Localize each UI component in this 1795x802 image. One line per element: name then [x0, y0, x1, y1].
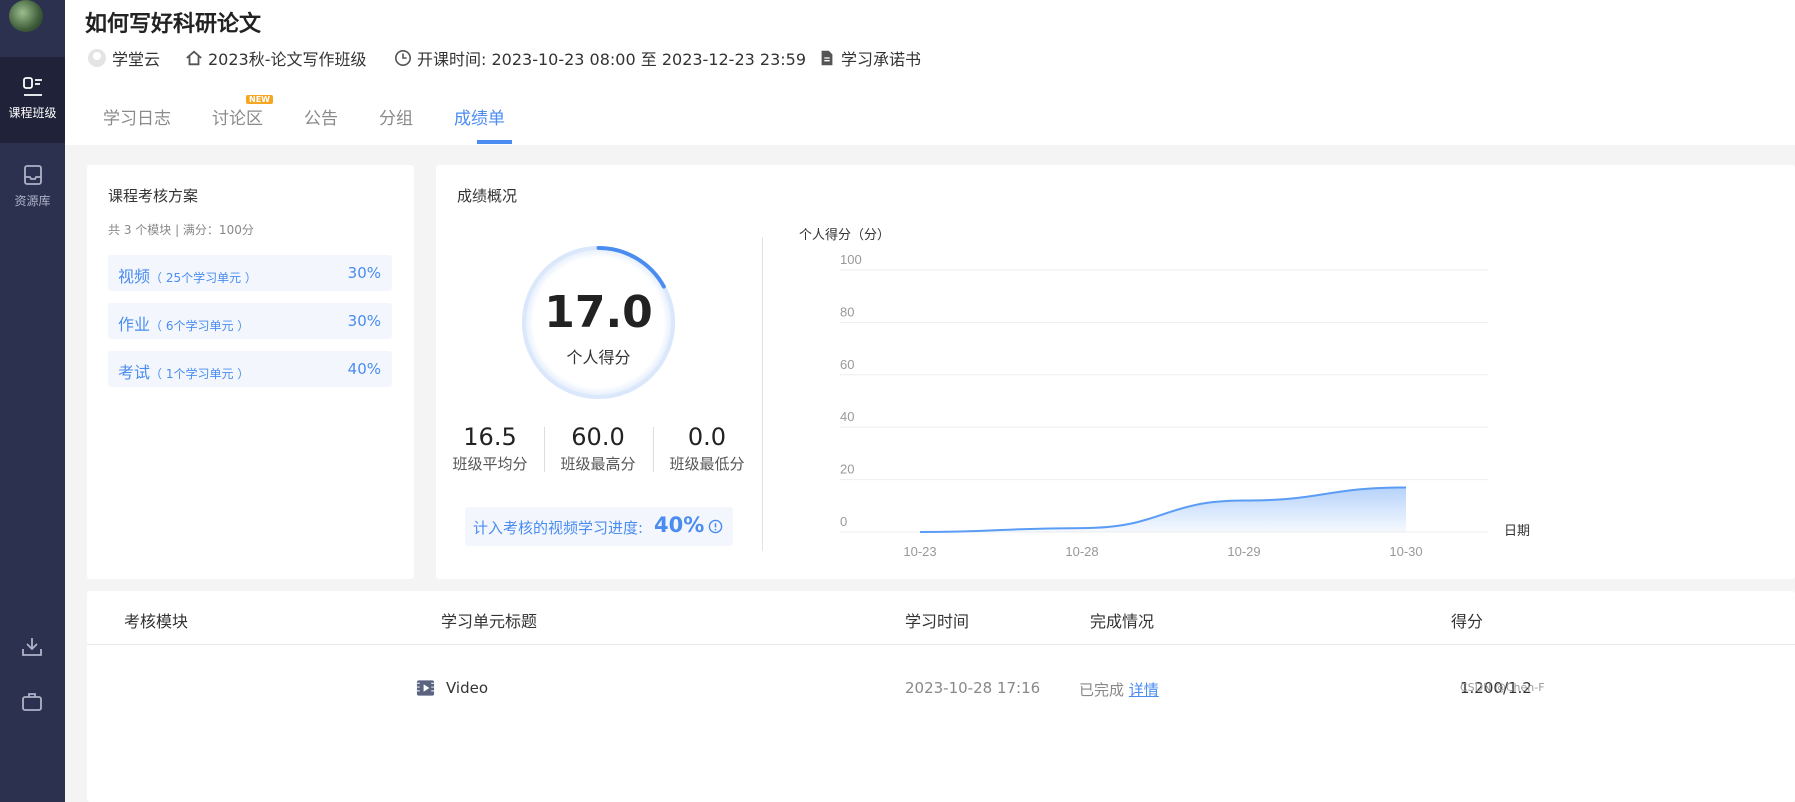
sidebar-item-label: 资源库: [14, 194, 51, 208]
tab-grades[interactable]: 成绩单: [454, 104, 505, 129]
personal-score-label: 个人得分: [566, 348, 631, 367]
sidebar-item-library[interactable]: 资源库: [0, 145, 65, 231]
module-weight: 30%: [347, 264, 381, 282]
class-average: 16.5 班级平均分: [440, 423, 540, 474]
platform-logo-icon: [88, 49, 106, 67]
detail-link[interactable]: 详情: [1129, 681, 1159, 699]
course-header: 如何写好科研论文 学堂云 2023秋-论文写作班级 开课时间: 2023-10-…: [65, 0, 1795, 145]
tab-learning-log[interactable]: 学习日志: [103, 104, 171, 129]
stat-value: 0.0: [687, 423, 727, 451]
overview-title: 成绩概况: [457, 187, 518, 205]
schedule-text: 开课时间: 2023-10-23 08:00 至 2023-12-23 23:5…: [417, 50, 807, 69]
stat-label: 班级最高分: [560, 455, 636, 473]
module-row[interactable]: 考试（ 1个学习单元 ） 40%: [108, 351, 392, 387]
module-name: 考试: [118, 363, 151, 382]
assessment-subtitle: 共 3 个模块 | 满分：100分: [108, 223, 254, 237]
grades-table: 考核模块 学习单元标题 学习时间 完成情况 得分 Video 2023-10-2…: [87, 591, 1795, 802]
module-units: （ 1个学习单元 ）: [150, 367, 250, 381]
module-row[interactable]: 作业（ 6个学习单元 ） 30%: [108, 303, 392, 339]
score-trend-chart: 0 20 40 60 80 100 个人得分（分） 日期 10-23 10-28 10-29 10-3…: [799, 227, 1530, 559]
download-icon[interactable]: [20, 635, 44, 659]
column-header: 考核模块: [124, 612, 189, 631]
x-tick-label: 10-28: [1065, 544, 1098, 559]
column-header: 学习单元标题: [441, 612, 538, 631]
class-name: 2023秋-论文写作班级: [208, 50, 367, 69]
chart-area: [920, 487, 1406, 532]
avatar[interactable]: [9, 0, 43, 32]
page-title: 如何写好科研论文: [85, 12, 262, 37]
y-axis-title: 个人得分（分）: [799, 227, 890, 243]
sidebar-item-label: 课程班级: [8, 106, 57, 120]
learning-time: 2023-10-28 17:16: [905, 679, 1041, 697]
platform-info: 学堂云: [87, 46, 160, 70]
tab-bar: 学习日志 讨论区 NEW 公告 分组 成绩单: [103, 95, 546, 129]
clock-icon: [394, 49, 412, 67]
x-axis-title: 日期: [1504, 524, 1530, 539]
pledge-link[interactable]: 学习承诺书: [818, 46, 921, 70]
assessment-title: 课程考核方案: [108, 187, 199, 205]
column-header: 完成情况: [1090, 612, 1155, 631]
y-tick-label: 40: [840, 409, 854, 424]
module-name: 视频: [118, 267, 151, 286]
header-divider: [87, 644, 1795, 645]
stat-label: 班级最低分: [669, 455, 745, 473]
overview-card: 成绩概况 17.0 个人得分 16.5 班级平均分 60.0 班级最高分 0.0…: [436, 165, 1795, 579]
module-units: （ 6个学习单元 ）: [150, 319, 250, 333]
progress-label: 计入考核的视频学习进度:: [473, 519, 644, 537]
stat-divider: [544, 427, 545, 472]
video-icon: [416, 680, 435, 696]
column-header: 学习时间: [905, 612, 970, 631]
stat-value: 60.0: [571, 423, 625, 451]
stat-divider: [653, 427, 654, 472]
info-icon[interactable]: [708, 519, 723, 534]
tab-discussion[interactable]: 讨论区 NEW: [212, 95, 273, 129]
library-icon: [23, 165, 42, 185]
tab-announcements[interactable]: 公告: [304, 104, 338, 129]
y-tick-label: 60: [840, 357, 854, 372]
new-badge: NEW: [246, 95, 273, 104]
tab-groups[interactable]: 分组: [379, 104, 413, 129]
watermark: CSDN @Chen-F: [1460, 681, 1545, 694]
module-row[interactable]: 视频（ 25个学习单元 ） 30%: [108, 255, 392, 291]
progress-value: 40%: [654, 513, 705, 537]
section-divider: [762, 237, 763, 551]
module-weight: 40%: [347, 360, 381, 378]
home-icon: [186, 50, 202, 66]
sidebar: 课程班级 资源库: [0, 0, 65, 802]
platform-name: 学堂云: [112, 50, 161, 69]
document-icon: [821, 50, 833, 66]
class-info: 2023秋-论文写作班级: [185, 46, 367, 70]
x-tick-label: 10-30: [1389, 544, 1422, 559]
assessment-card: 课程考核方案 共 3 个模块 | 满分：100分 视频（ 25个学习单元 ） 3…: [87, 165, 414, 579]
module-name: 作业: [118, 315, 151, 334]
y-tick-label: 20: [840, 462, 854, 477]
sidebar-item-class[interactable]: 课程班级: [0, 57, 65, 143]
briefcase-icon[interactable]: [20, 690, 44, 714]
stat-label: 班级平均分: [452, 455, 528, 473]
x-tick-label: 10-23: [903, 544, 936, 559]
module-weight: 30%: [347, 312, 381, 330]
y-tick-label: 100: [840, 252, 862, 267]
class-min: 0.0 班级最低分: [657, 423, 757, 474]
stat-value: 16.5: [463, 423, 517, 451]
completion-status: 已完成 详情: [1079, 681, 1159, 699]
active-tab-indicator: [477, 140, 512, 144]
column-header: 得分: [1451, 612, 1484, 631]
personal-score: 17.0: [544, 287, 653, 338]
x-tick-label: 10-29: [1227, 544, 1260, 559]
pledge-label: 学习承诺书: [841, 50, 922, 69]
class-max: 60.0 班级最高分: [548, 423, 648, 474]
schedule-info: 开课时间: 2023-10-23 08:00 至 2023-12-23 23:5…: [394, 46, 806, 70]
y-tick-label: 80: [840, 304, 854, 319]
video-progress: 计入考核的视频学习进度: 40%: [465, 507, 733, 546]
class-icon: [22, 77, 42, 96]
y-tick-label: 0: [840, 514, 847, 529]
module-units: （ 25个学习单元 ）: [150, 271, 257, 285]
unit-title: Video: [446, 679, 489, 697]
